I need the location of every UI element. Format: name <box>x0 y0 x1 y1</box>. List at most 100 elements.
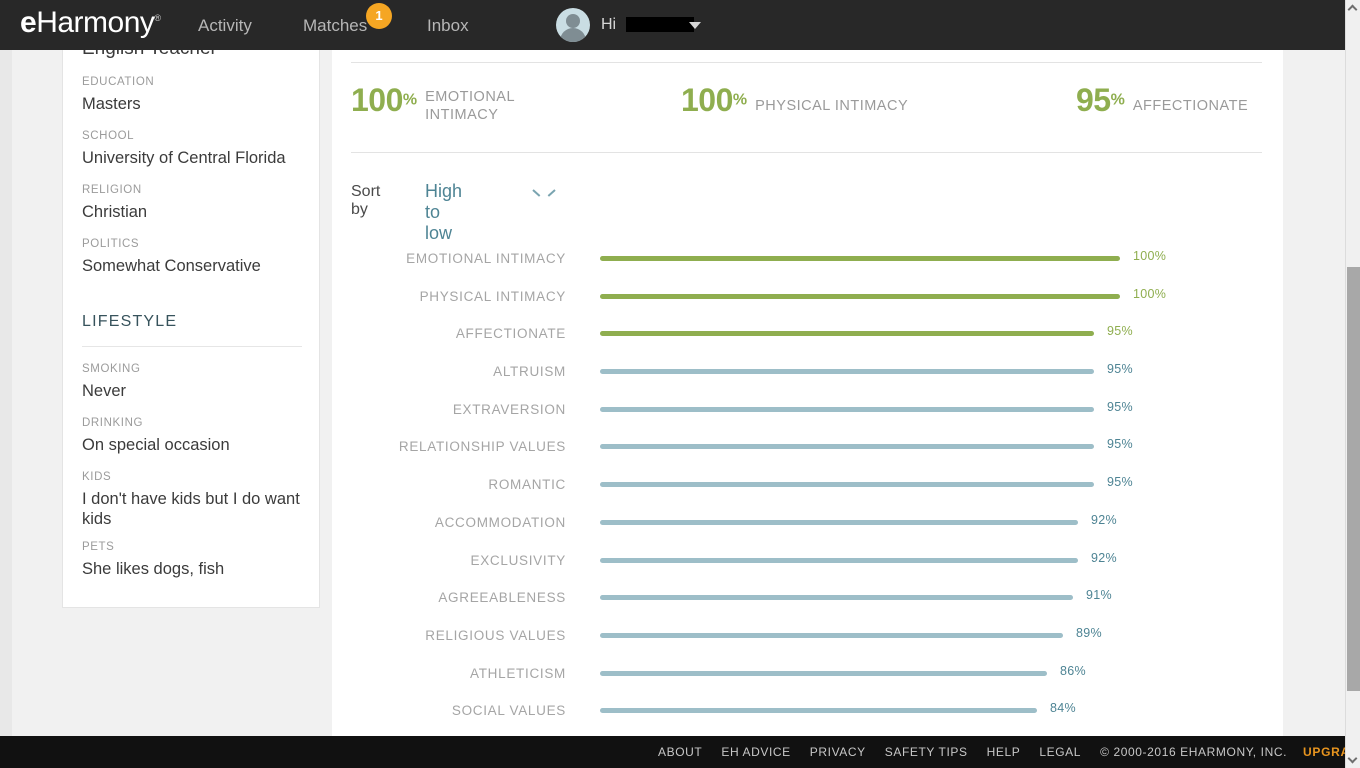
chart-row-value: 100% <box>1133 249 1167 263</box>
nav-item-activity[interactable]: Activity <box>198 16 252 36</box>
chart-row-label: RELIGIOUS VALUES <box>425 627 566 643</box>
chart-row-bar <box>600 632 1063 638</box>
chart-row-track <box>600 293 1120 299</box>
sidebar-field-value: Never <box>82 382 127 400</box>
summary-stat-label: PHYSICAL INTIMACY <box>755 98 909 115</box>
summary-stat-number: 95 <box>1076 82 1111 118</box>
chart-row-bar <box>600 406 1094 412</box>
main-divider-bottom <box>351 152 1262 153</box>
top-traits-summary: 100% EMOTIONAL INTIMACY 100% PHYSICAL INTI… <box>351 82 1262 138</box>
sidebar-field-smoking: SMOKING Never <box>82 363 300 401</box>
profile-sidebar-card: English Teacher EDUCATION Masters SCHOOL… <box>62 36 320 608</box>
chart-row-label: ACCOMMODATION <box>434 514 566 530</box>
chart-row-track <box>600 444 1120 450</box>
matches-count-badge: 1 <box>366 3 392 29</box>
avatar-head-shape <box>566 14 580 28</box>
chart-row: RELATIONSHIP VALUES 95% <box>332 437 1283 475</box>
summary-stat-percent-sign: % <box>402 91 418 109</box>
chevron-up-icon[interactable] <box>1346 0 1360 17</box>
chart-row-track <box>600 331 1120 337</box>
sidebar-field-value: University of Central Florida <box>82 149 286 167</box>
footer-link-about[interactable]: ABOUT <box>658 745 702 759</box>
sidebar-field-value: Christian <box>82 203 148 221</box>
sidebar-field-pets: PETS She likes dogs, fish <box>82 541 300 579</box>
sidebar-field-value: On special occasion <box>82 436 230 454</box>
username-redacted <box>626 17 694 32</box>
sidebar-field-label: SMOKING <box>82 363 141 375</box>
chart-row-label: EXTRAVERSION <box>452 401 566 417</box>
page-scrollbar[interactable] <box>1345 0 1360 768</box>
nav-item-matches[interactable]: Matches <box>303 16 367 36</box>
sort-by-select[interactable]: High to low <box>425 181 462 244</box>
logo-trademark: ® <box>154 13 161 23</box>
footer-links-row: ABOUT EH ADVICE PRIVACY SAFETY TIPS HELP LEGA… <box>658 745 1360 759</box>
chart-row-value: 95% <box>1107 437 1133 452</box>
chart-row-label: EXCLUSIVITY <box>470 552 566 568</box>
chart-row: EXCLUSIVITY 92% <box>332 551 1283 589</box>
logo-rest: Harmony <box>36 6 155 39</box>
chevron-down-icon[interactable] <box>533 189 546 197</box>
sidebar-field-value: I don't have kids but I do want kids <box>82 490 300 529</box>
chart-row: AGREEABLENESS 91% <box>332 588 1283 626</box>
footer-link-privacy[interactable]: PRIVACY <box>810 745 866 759</box>
sidebar-field-school: SCHOOL University of Central Florida <box>82 130 300 168</box>
chart-row-value: 91% <box>1086 588 1112 603</box>
summary-stat-emotional-intimacy: 100% EMOTIONAL INTIMACY <box>351 82 515 124</box>
chart-row: AFFECTIONATE 95% <box>332 324 1283 362</box>
sort-by-label: Sort by <box>351 183 381 218</box>
chart-row-value: 92% <box>1091 550 1117 565</box>
chart-row-bar <box>600 369 1094 375</box>
summary-stat-physical-intimacy: 100% PHYSICAL INTIMACY <box>681 82 908 119</box>
chart-row: SOCIAL VALUES 84% <box>332 701 1283 739</box>
nav-item-inbox[interactable]: Inbox <box>427 16 469 36</box>
sidebar-field-label: PETS <box>82 541 115 553</box>
chart-row-track <box>600 369 1120 375</box>
site-footer: ABOUT EH ADVICE PRIVACY SAFETY TIPS HELP LEGA… <box>0 736 1360 768</box>
footer-link-legal[interactable]: LEGAL <box>1039 745 1081 759</box>
chart-row-bar <box>600 482 1094 488</box>
sidebar-field-religion: RELIGION Christian <box>82 184 300 222</box>
chart-row-bar <box>600 256 1120 261</box>
sidebar-field-drinking: DRINKING On special occasion <box>82 417 300 455</box>
chart-row-track <box>600 557 1120 563</box>
chart-row-label: ALTRUISM <box>493 364 566 380</box>
chart-row: PHYSICAL INTIMACY 100% <box>332 287 1283 325</box>
eharmony-logo[interactable]: eHarmony® <box>20 6 161 40</box>
chart-row-track <box>600 519 1120 525</box>
chart-row-value: 89% <box>1076 625 1102 640</box>
chart-row-value: 95% <box>1107 324 1133 339</box>
footer-link-eh-advice[interactable]: EH ADVICE <box>721 745 790 759</box>
chart-row-value: 86% <box>1060 663 1086 678</box>
summary-stat-number: 100 <box>351 82 403 118</box>
summary-stat-percent-sign: % <box>1110 91 1125 109</box>
sidebar-field-label: EDUCATION <box>82 76 155 88</box>
summary-stat-affectionate: 95% AFFECTIONATE <box>1076 82 1248 119</box>
chart-row-label: ROMANTIC <box>488 477 566 493</box>
chart-row-track <box>600 670 1120 676</box>
sidebar-field-kids: KIDS I don't have kids but I do want kid… <box>82 471 300 529</box>
footer-link-help[interactable]: HELP <box>987 745 1021 759</box>
scrollbar-thumb[interactable] <box>1347 267 1360 691</box>
sidebar-field-education: EDUCATION Masters <box>82 76 300 114</box>
chart-row-bar <box>600 331 1094 337</box>
chart-row-track <box>600 708 1120 714</box>
summary-stat-percent-sign: % <box>732 91 748 109</box>
chart-row: EXTRAVERSION 95% <box>332 400 1283 438</box>
chart-row-label: ATHLETICISM <box>470 665 566 681</box>
sidebar-section-heading-lifestyle: LIFESTYLE <box>82 313 178 330</box>
chevron-down-icon[interactable] <box>1346 751 1360 768</box>
chart-row-value: 95% <box>1107 399 1133 414</box>
chart-row-track <box>600 595 1120 601</box>
chart-row-value: 100% <box>1133 286 1167 301</box>
chart-row: ATHLETICISM 86% <box>332 664 1283 702</box>
chart-row-label: RELATIONSHIP VALUES <box>398 439 566 455</box>
chart-row-bar <box>600 708 1037 714</box>
user-menu[interactable]: Hi <box>523 0 737 50</box>
chart-row-label: SOCIAL VALUES <box>451 703 566 719</box>
sidebar-field-label: RELIGION <box>82 184 142 196</box>
footer-link-safety-tips[interactable]: SAFETY TIPS <box>885 745 968 759</box>
chevron-down-icon[interactable] <box>689 22 701 29</box>
user-avatar-icon <box>556 8 590 42</box>
footer-copyright: © 2000-2016 EHARMONY, INC. <box>1100 745 1288 759</box>
chart-row-value: 95% <box>1107 362 1133 377</box>
